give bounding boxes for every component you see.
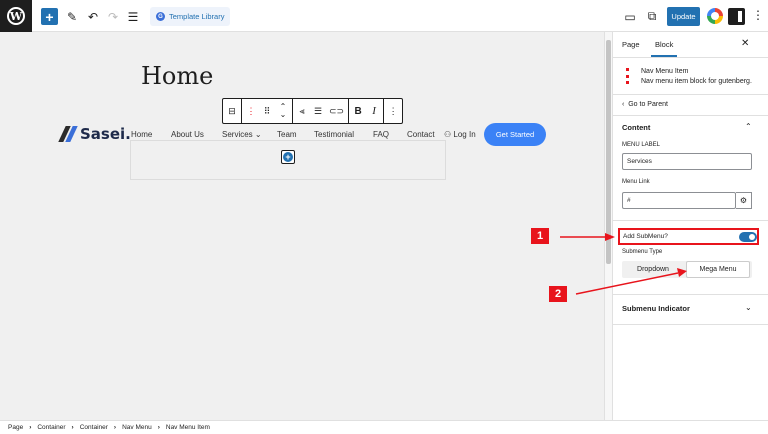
block-toolbar: ⊟ ⋮ ⠿ ⌃ ⌄ ⫷ ☰ ⊂⊃ B I ⋮ (222, 98, 404, 124)
scrollbar-thumb[interactable] (606, 40, 611, 264)
chevron-right-icon: › (157, 424, 160, 431)
menu-label-heading: MENU LABEL (622, 142, 661, 148)
settings-sidebar-toggle-icon[interactable] (728, 8, 745, 25)
chevron-down-icon[interactable]: ⌄ (745, 303, 752, 312)
divider (613, 220, 768, 221)
annotation-badge-2: 2 (549, 286, 567, 302)
login-link[interactable]: ⚇ Log In (444, 130, 476, 139)
divider (613, 115, 768, 116)
preview-desktop-icon[interactable]: ▭ (624, 8, 636, 25)
annotation-badge-1: 1 (531, 228, 549, 244)
template-library-button[interactable]: G Template Library (150, 7, 231, 26)
divider (613, 294, 768, 295)
update-button[interactable]: Update (667, 7, 700, 26)
breadcrumb-item-page[interactable]: Page (8, 424, 23, 431)
block-options-icon[interactable]: ⋮ (388, 106, 398, 117)
close-icon[interactable]: ✕ (741, 38, 749, 49)
menu-link-heading: Menu Link (622, 179, 650, 185)
template-library-icon: G (156, 12, 165, 21)
chevron-right-icon: › (113, 424, 117, 431)
italic-icon[interactable]: I (369, 105, 379, 117)
drag-handle-icon[interactable]: ⠿ (262, 106, 272, 117)
redo-icon[interactable]: ↷ (107, 8, 119, 25)
sasei-logo-icon (62, 126, 76, 142)
nav-item-team[interactable]: Team (277, 130, 297, 139)
login-label: Log In (453, 130, 476, 139)
more-options-icon[interactable]: ⋮ (752, 8, 764, 22)
chevron-up-icon[interactable]: ⌃ (745, 122, 752, 131)
breadcrumb: Page › Container › Container › Nav Menu … (0, 420, 768, 434)
go-to-parent-button[interactable]: ‹ Go to Parent (622, 101, 668, 108)
editor-top-toolbar: W + ✎ ↶ ↷ ☰ G Template Library ▭ ⧉ Updat… (0, 0, 768, 32)
add-submenu-block-button[interactable]: + (281, 150, 295, 164)
nav-item-faq[interactable]: FAQ (373, 130, 389, 139)
template-library-label: Template Library (169, 12, 225, 21)
menu-label-input[interactable] (622, 153, 752, 170)
menu-link-input[interactable] (622, 192, 736, 209)
gear-icon[interactable]: ⚙ (736, 192, 752, 209)
nav-item-services[interactable]: Services ⌄ (222, 130, 262, 139)
justify-center-icon[interactable]: ☰ (313, 106, 323, 117)
breadcrumb-item-nav-menu[interactable]: Nav Menu (122, 424, 152, 431)
chevron-right-icon: › (29, 424, 32, 431)
get-started-button[interactable]: Get Started (484, 123, 546, 146)
nav-item-about-us[interactable]: About Us (171, 130, 204, 139)
chevron-left-icon: ‹ (622, 101, 625, 108)
submenu-option-dropdown[interactable]: Dropdown (622, 261, 684, 278)
chevron-right-icon: › (71, 424, 74, 431)
breadcrumb-item-nav-menu-item[interactable]: Nav Menu Item (166, 424, 210, 431)
breadcrumb-item-container[interactable]: Container (37, 424, 65, 431)
tab-block[interactable]: Block (650, 40, 678, 57)
view-post-external-icon[interactable]: ⧉ (646, 8, 658, 25)
breadcrumb-item-container[interactable]: Container (80, 424, 108, 431)
submenu-indicator-heading[interactable]: Submenu Indicator (622, 304, 690, 313)
move-up-down-icon[interactable]: ⌃ ⌄ (278, 103, 288, 119)
block-description: Nav menu item block for gutenberg. (641, 78, 752, 85)
divider (613, 94, 768, 95)
document-overview-icon[interactable]: ☰ (127, 8, 139, 25)
settings-sidebar: Page Block ✕ Nav Menu Item Nav menu item… (612, 32, 768, 420)
wordpress-logo-icon[interactable]: W (0, 0, 32, 32)
block-more-group: ⋮ (384, 99, 402, 123)
divider (613, 324, 768, 325)
pencil-tools-icon[interactable]: ✎ (66, 8, 78, 25)
nav-item-testimonial[interactable]: Testimonial (314, 130, 354, 139)
tab-page[interactable]: Page (622, 40, 640, 49)
submenu-type-segmented-control: Dropdown Mega Menu (622, 261, 752, 278)
editor-canvas (0, 32, 604, 420)
nav-item-home[interactable]: Home (131, 130, 152, 139)
go-to-parent-label: Go to Parent (628, 101, 668, 108)
add-submenu-row: Add SubMenu? (618, 228, 759, 245)
plus-icon: + (283, 152, 293, 162)
add-submenu-label: Add SubMenu? (623, 233, 668, 240)
nav-item-contact[interactable]: Contact (407, 130, 435, 139)
nav-menu-item-block-icon[interactable]: ⋮ (246, 106, 256, 117)
block-parent-group: ⊟ (223, 99, 242, 123)
nav-item-services-label: Services (222, 130, 253, 139)
submenu-option-mega-menu[interactable]: Mega Menu (686, 261, 750, 278)
user-icon: ⚇ (444, 130, 452, 139)
page-title[interactable]: Home (141, 62, 213, 90)
add-block-button[interactable]: + (41, 8, 58, 25)
plugin-g-logo-icon[interactable] (707, 8, 723, 24)
link-icon[interactable]: ⊂⊃ (329, 106, 344, 117)
nav-menu-item-icon (626, 68, 632, 84)
bold-icon[interactable]: B (353, 106, 363, 117)
logo-text: Sasei. (80, 125, 131, 143)
undo-icon[interactable]: ↶ (87, 8, 99, 25)
site-logo: Sasei. (62, 125, 131, 143)
block-align-group: ⫷ ☰ ⊂⊃ (293, 99, 350, 123)
submenu-type-heading: Submenu Type (622, 249, 663, 255)
block-title: Nav Menu Item (641, 68, 689, 75)
content-panel-heading[interactable]: Content (622, 123, 650, 132)
block-move-group: ⋮ ⠿ ⌃ ⌄ (242, 99, 293, 123)
canvas-scrollbar[interactable] (604, 32, 612, 420)
justify-left-icon[interactable]: ⫷ (297, 106, 307, 117)
parent-block-icon[interactable]: ⊟ (227, 106, 237, 117)
block-format-group: B I (349, 99, 385, 123)
add-submenu-toggle[interactable] (739, 232, 757, 242)
chevron-down-icon: ⌄ (254, 130, 262, 139)
sidebar-tabs: Page Block ✕ (613, 32, 768, 58)
